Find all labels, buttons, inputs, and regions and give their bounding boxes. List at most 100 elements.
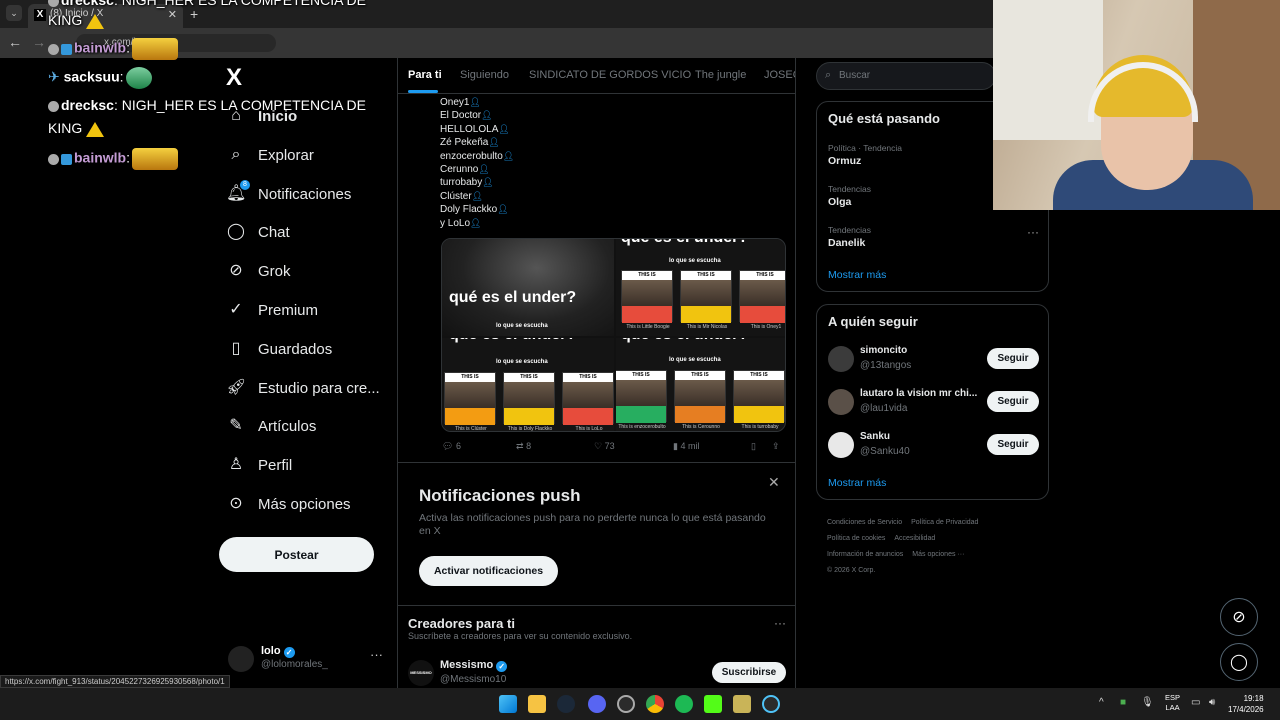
grok-icon[interactable]: ⊘ [1220,598,1258,636]
tab-close-icon[interactable]: ✕ [168,8,177,21]
tab-for-you[interactable]: Para ti [408,69,442,81]
reply-button[interactable]: 💬︎ 6 [442,441,461,452]
discord-icon[interactable] [588,695,606,713]
footer-link[interactable]: Accesibilidad [894,535,935,542]
footer-link[interactable]: Política de cookies [827,535,885,542]
mention[interactable]: El Doctor [440,110,481,121]
tab-search-button[interactable]: ⌄ [6,5,22,21]
chat-user: bainwlb [74,39,127,56]
mention[interactable]: Clúster [440,191,472,202]
nav-item-notifications[interactable]: 🔔︎ 8 Notificaciones [219,174,389,214]
repost-button[interactable]: ⇄ 8 [516,441,531,452]
follow-button[interactable]: Seguir [987,391,1039,412]
more-icon[interactable]: ··· [774,616,786,630]
tab-list[interactable]: SINDICATO DE GORDOS VICIO [529,69,691,81]
clock[interactable]: 19:18 17/4/2026 [1228,693,1264,715]
tab-list[interactable]: The jungle [695,69,746,81]
media-subhead: lo que se escucha [496,359,548,365]
show-more-link[interactable]: Mostrar más [828,269,886,281]
nav-item-explore[interactable]: ⌕ Explorar [219,135,389,175]
subscribe-button[interactable]: Suscribirse [712,662,786,683]
forward-icon[interactable]: → [32,34,46,50]
follow-name[interactable]: lautaro la vision mr chi... [860,388,980,399]
close-icon[interactable]: ✕ [768,474,780,491]
media-photo[interactable]: qué es el under? lo que se escucha THIS … [442,338,614,431]
mention[interactable]: enzocerobulto [440,151,503,162]
show-more-link[interactable]: Mostrar más [828,477,886,489]
footer-link[interactable]: Información de anuncios [827,551,903,558]
mention[interactable]: Doly Flackko [440,204,497,215]
app-icon[interactable] [762,695,780,713]
avatar[interactable] [828,346,854,372]
more-icon[interactable]: ··· [1027,225,1039,239]
webcam-overlay [993,0,1280,210]
post-button[interactable]: Postear [219,537,374,572]
nav-item-grok[interactable]: ⊘ Grok [219,251,389,291]
media-photo[interactable]: qué es el under? lo que se escucha THIS … [616,338,785,431]
account-switcher[interactable]: lolo ✓ @lolomorales_ ··· [228,643,388,673]
nav-item-chat[interactable]: ◯ Chat [219,212,389,252]
follow-name[interactable]: simoncito [860,345,980,356]
chat-icon[interactable]: ◯ [1220,643,1258,681]
copyright: © 2026 X Corp. [827,567,876,574]
app-icon[interactable] [733,695,751,713]
media-photo[interactable]: qué es el under? lo que se escucha THIS … [616,239,785,336]
network-icon[interactable]: ▭ [1191,697,1200,708]
trend-name[interactable]: Ormuz [828,155,861,167]
security-icon[interactable]: ■ [1120,697,1126,708]
steam-icon[interactable] [557,695,575,713]
nav-item-premium[interactable]: ✓ Premium [219,290,389,330]
footer-link[interactable]: Más opciones ··· [912,551,964,558]
trend-name[interactable]: Olga [828,196,851,208]
mention[interactable]: HELLOLOLA [440,124,498,135]
mention[interactable]: turrobaby [440,177,482,188]
nav-item-more[interactable]: ⊙ Más opciones [219,484,389,524]
follow-button[interactable]: Seguir [987,348,1039,369]
media-photo[interactable]: qué es el under? lo que se escucha [442,239,614,336]
bookmark-icon[interactable]: ▯ [751,441,756,452]
active-tab-indicator [408,90,438,93]
new-tab-icon[interactable]: + [190,6,198,22]
views-button[interactable]: ▮ 4 mil [673,441,699,452]
tab-following[interactable]: Siguiendo [460,69,509,81]
chat-badge-icon [48,0,59,7]
windows-start-icon[interactable] [499,695,517,713]
share-icon[interactable]: ⇪ [772,441,780,452]
mention[interactable]: Zé Pekeña [440,137,488,148]
language-indicator[interactable]: ESP LAA [1165,693,1180,713]
avatar[interactable] [828,432,854,458]
trend-name[interactable]: Danelik [828,237,865,249]
obs-icon[interactable] [617,695,635,713]
mention[interactable]: y LoLo [440,218,470,229]
like-button[interactable]: ♡ 73 [594,441,615,452]
nav-item-bookmarks[interactable]: ▯ Guardados [219,329,389,369]
nav-item-creator-studio[interactable]: 🚀︎ Estudio para cre... [219,368,389,408]
creator-name[interactable]: Messismo ✓ [440,659,508,672]
avatar[interactable] [828,389,854,415]
file-explorer-icon[interactable] [528,695,546,713]
back-icon[interactable]: ← [8,34,22,50]
mention[interactable]: Cerunno [440,164,478,175]
tweet-media-grid[interactable]: qué es el under? lo que se escucha qué e… [441,238,786,432]
chevron-up-icon[interactable]: ^ [1099,697,1104,708]
volume-icon[interactable]: 🔊︎ [1209,697,1215,708]
cover-art [563,382,613,425]
nav-item-articles[interactable]: ✎ Artículos [219,406,389,446]
follow-button[interactable]: Seguir [987,434,1039,455]
avatar[interactable]: MESSISMO [408,660,434,686]
footer-link[interactable]: Condiciones de Servicio [827,519,902,526]
spotify-icon[interactable] [675,695,693,713]
follow-name[interactable]: Sanku [860,431,980,442]
nav-item-profile[interactable]: ♙ Perfil [219,445,389,485]
x-logo-icon[interactable]: X [226,64,248,91]
search-input[interactable]: ⌕ Buscar [816,62,996,90]
chrome-icon[interactable] [646,695,664,713]
kick-icon[interactable] [704,695,722,713]
footer-link[interactable]: Política de Privacidad [911,519,978,526]
mention[interactable]: Oney1 [440,97,469,108]
webcam-window [993,0,1103,140]
microphone-icon[interactable]: 🎙︎ [1141,697,1154,708]
enable-notifications-button[interactable]: Activar notificaciones [419,556,558,586]
tab-list[interactable]: JOSEO [764,69,795,81]
more-icon[interactable]: ··· [370,647,383,662]
